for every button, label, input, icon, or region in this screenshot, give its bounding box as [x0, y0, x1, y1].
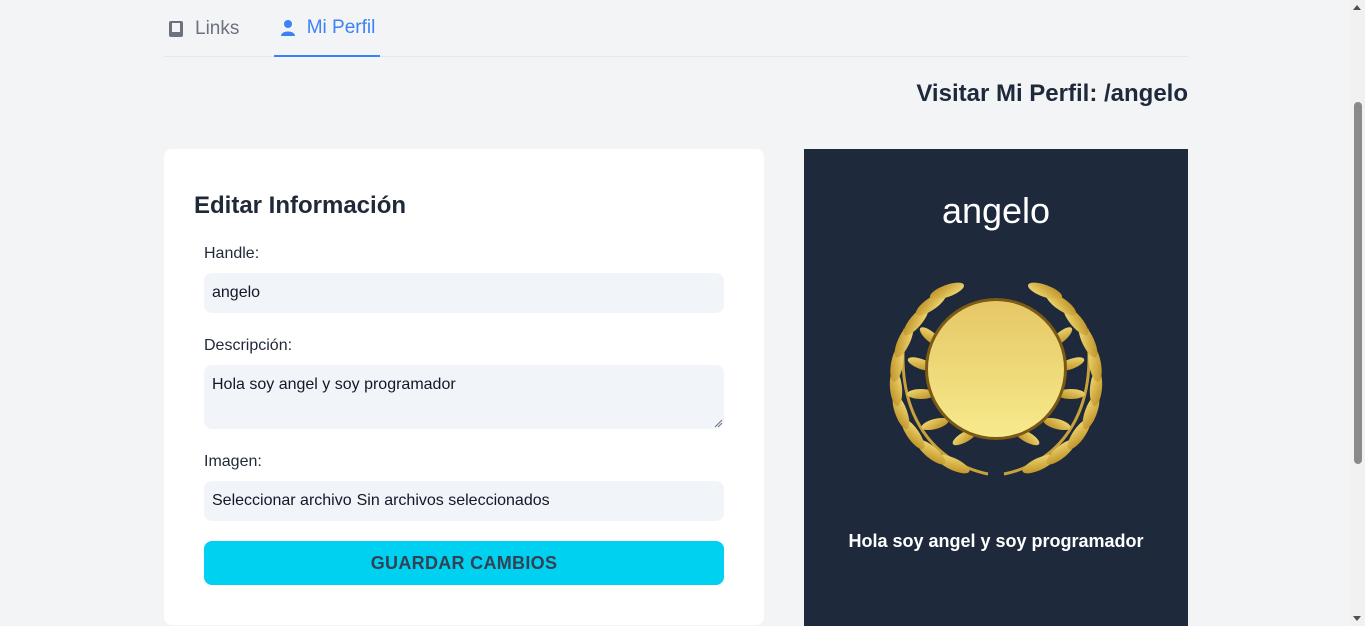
handle-label: Handle: [204, 245, 260, 262]
page-scrollbar[interactable] [1350, 0, 1365, 626]
laurel-medal-icon [889, 277, 1106, 479]
form-title: Editar Información [193, 192, 407, 219]
file-status-text: Sin archivos seleccionados [356, 492, 550, 509]
preview-handle: angelo [941, 190, 1051, 231]
preview-description: Hola soy angel y soy programador [848, 531, 1144, 551]
description-textarea[interactable]: Hola soy angel y soy programador [204, 365, 724, 429]
book-icon [167, 20, 185, 38]
tab-links[interactable]: Links [167, 0, 239, 57]
image-label: Imagen: [204, 453, 262, 470]
file-select-button[interactable]: Seleccionar archivo [212, 492, 352, 510]
image-file-input[interactable]: Seleccionar archivo Sin archivos selecci… [204, 481, 724, 521]
user-icon [279, 19, 297, 37]
scroll-up-arrow-icon[interactable] [1353, 5, 1361, 10]
visit-profile-link[interactable]: Visitar Mi Perfil: /angelo [916, 80, 1188, 108]
description-label: Descripción: [204, 337, 293, 354]
save-changes-button[interactable]: GUARDAR CAMBIOS [204, 541, 724, 585]
tab-mi-perfil[interactable]: Mi Perfil [274, 0, 380, 57]
description-textarea-value: Hola soy angel y soy programador [212, 376, 456, 393]
scroll-down-arrow-icon[interactable] [1353, 616, 1361, 621]
resize-handle-icon[interactable] [714, 419, 723, 428]
tab-bar: Links Mi Perfil [164, 0, 1188, 57]
profile-preview: angelo Hola soy angel y soy programador [804, 149, 1188, 626]
handle-input[interactable]: angelo [204, 273, 724, 313]
tab-links-label: Links [195, 17, 240, 39]
scrollbar-thumb[interactable] [1354, 102, 1362, 464]
tab-mi-perfil-label: Mi Perfil [306, 16, 376, 38]
handle-input-value: angelo [212, 284, 261, 301]
